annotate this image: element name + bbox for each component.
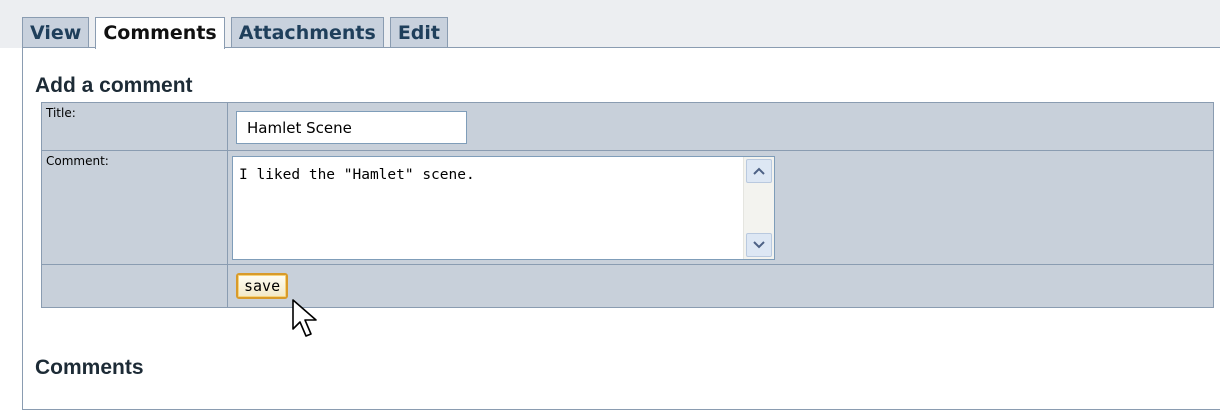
tab-bar: View Comments Attachments Edit	[0, 0, 1220, 49]
comment-scrollbar[interactable]	[743, 157, 774, 259]
tab-comments[interactable]: Comments	[95, 17, 225, 49]
save-row-label-cell	[41, 264, 228, 308]
scroll-up-button[interactable]	[746, 159, 772, 183]
scroll-down-arrow-icon	[753, 241, 765, 249]
tab-view[interactable]: View	[22, 17, 90, 48]
scroll-up-arrow-icon	[753, 167, 765, 175]
title-label: Title:	[41, 102, 228, 151]
comment-field-cell: I liked the "Hamlet" scene.	[227, 150, 1214, 265]
page: View Comments Attachments Edit Add a com…	[0, 0, 1220, 416]
comment-textarea-wrapper: I liked the "Hamlet" scene.	[232, 156, 775, 260]
scroll-down-button[interactable]	[746, 233, 772, 257]
title-field-cell	[227, 102, 1214, 151]
tabs: View Comments Attachments Edit	[22, 17, 449, 49]
comments-panel: Add a comment Title: Comment: I liked th…	[22, 48, 1220, 410]
comment-textarea[interactable]: I liked the "Hamlet" scene.	[233, 157, 743, 259]
comment-row: Comment: I liked the "Hamlet" scene.	[41, 150, 1214, 265]
add-comment-heading: Add a comment	[35, 74, 193, 97]
title-input[interactable]	[236, 111, 467, 144]
tab-edit[interactable]: Edit	[389, 17, 449, 48]
save-row: save	[41, 264, 1214, 308]
comment-label: Comment:	[41, 150, 228, 265]
save-button[interactable]: save	[236, 273, 289, 299]
title-row: Title:	[41, 102, 1214, 151]
comment-form: Title: Comment: I liked the "Hamlet" sce…	[41, 102, 1214, 308]
save-field-cell: save	[227, 264, 1214, 308]
comments-heading: Comments	[35, 356, 144, 379]
tab-attachments[interactable]: Attachments	[230, 17, 384, 48]
